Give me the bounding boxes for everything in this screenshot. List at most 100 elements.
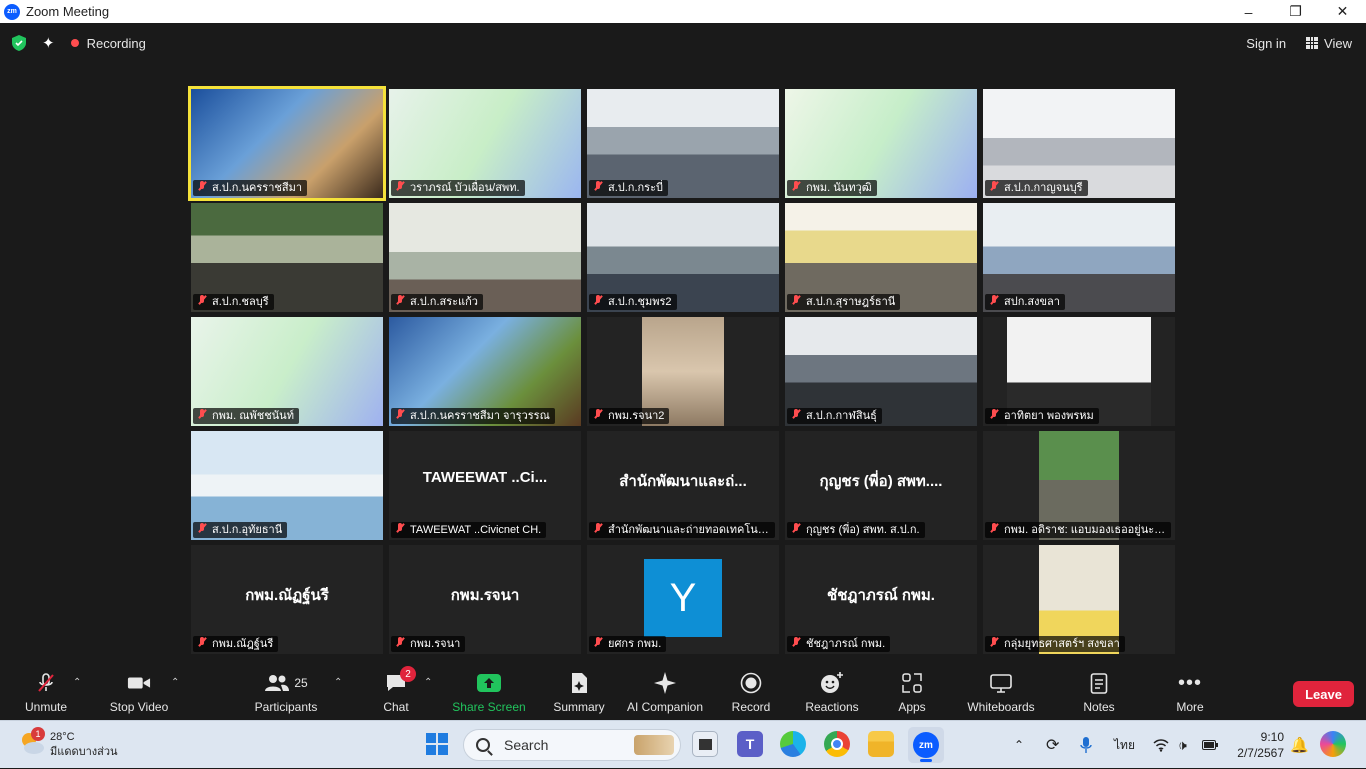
edge-browser-icon[interactable] (780, 731, 806, 757)
system-clock[interactable]: 9:10 2/7/2567 (1232, 729, 1284, 761)
minimize-button[interactable]: – (1225, 0, 1272, 23)
video-tile[interactable]: ส.ป.ก.ชลบุรี (191, 203, 383, 312)
video-tile[interactable]: อาทิตยา พองพรหม (983, 317, 1175, 426)
video-tile[interactable]: สำนักพัฒนาและถ่... สำนักพัฒนาและถ่ายทอดเท… (587, 431, 779, 540)
close-button[interactable]: ✕ (1319, 0, 1366, 23)
muted-mic-icon (196, 637, 209, 648)
chat-caret-icon[interactable]: ⌃ (424, 677, 432, 688)
wifi-icon[interactable] (1153, 721, 1169, 769)
participant-name-label: ส.ป.ก.นครราชสีมา (193, 180, 308, 196)
video-tile[interactable]: สปก.สงขลา (983, 203, 1175, 312)
video-tile[interactable]: วราภรณ์ บัวเผื่อน/สพท. (389, 89, 581, 198)
muted-mic-icon (394, 295, 407, 306)
summary-button[interactable]: Summary (550, 663, 608, 720)
reactions-button[interactable]: Reactions (802, 663, 862, 720)
file-explorer-icon[interactable] (868, 731, 894, 757)
notes-button[interactable]: Notes (1078, 663, 1120, 720)
apps-button[interactable]: Apps (892, 663, 932, 720)
audio-options-caret-icon[interactable]: ⌃ (73, 677, 81, 688)
microphone-tray-icon[interactable] (1080, 721, 1092, 769)
meeting-top-bar: ✦ Recording Sign in View (0, 23, 1366, 63)
participants-caret-icon[interactable]: ⌃ (334, 677, 342, 688)
video-tile[interactable]: ส.ป.ก.สุราษฎร์ธานี (785, 203, 977, 312)
share-screen-label: Share Screen (452, 700, 526, 714)
participant-name-label: สปก.สงขลา (985, 294, 1065, 310)
participants-button[interactable]: 25 Participants (252, 663, 320, 720)
more-button[interactable]: ••• More (1168, 663, 1212, 720)
stop-video-button[interactable]: Stop Video (106, 663, 172, 720)
summary-label: Summary (553, 700, 605, 714)
chrome-browser-icon[interactable] (824, 731, 850, 757)
view-button[interactable]: View (1306, 36, 1352, 51)
muted-mic-icon (592, 181, 605, 192)
muted-mic-icon (196, 409, 209, 420)
share-screen-button[interactable]: Share Screen (452, 663, 526, 720)
muted-mic-icon (394, 409, 407, 420)
video-tile[interactable]: กลุ่มยุทธศาสตร์ฯ สงขลา (983, 545, 1175, 654)
participant-name-label: TAWEEWAT ..Civicnet CH. (391, 522, 547, 538)
recording-label: Recording (86, 35, 146, 51)
security-shield-icon[interactable] (12, 35, 26, 51)
title-bar: zm Zoom Meeting – ❐ ✕ (0, 0, 1366, 23)
notification-bell-icon[interactable]: 🔔 (1290, 721, 1309, 769)
search-icon (476, 738, 490, 752)
participant-name-label: ส.ป.ก.กาญจนบุรี (985, 180, 1088, 196)
ai-companion-icon (653, 672, 677, 694)
unmute-button[interactable]: Unmute (20, 663, 72, 720)
muted-mic-icon (196, 181, 209, 192)
taskbar-search[interactable]: Search (463, 729, 681, 761)
video-tile[interactable]: ส.ป.ก.ชุมพร2 (587, 203, 779, 312)
weather-badge: 1 (31, 727, 45, 741)
video-tile[interactable]: ส.ป.ก.อุทัยธานี (191, 431, 383, 540)
muted-mic-icon (988, 181, 1001, 192)
sync-icon[interactable]: ⟳ (1046, 721, 1059, 769)
task-view-icon[interactable] (692, 731, 718, 757)
show-hidden-icons-chevron[interactable]: ⌃ (1014, 721, 1024, 769)
participant-name-label: สำนักพัฒนาและถ่ายทอดเทคโนโ... (589, 522, 775, 538)
video-tile[interactable]: กพม.รจนา2 (587, 317, 779, 426)
video-options-caret-icon[interactable]: ⌃ (171, 677, 179, 688)
zoom-taskbar-button[interactable]: zm (908, 727, 944, 763)
video-tile[interactable]: กุญชร (พี่อ) สพท.... กุญชร (พี่อ) สพท. ส.… (785, 431, 977, 540)
ai-sparkle-icon[interactable]: ✦ (42, 34, 55, 52)
weather-widget[interactable]: 28°C มีแดดบางส่วน (50, 730, 118, 760)
video-camera-icon (127, 672, 151, 694)
sign-in-button[interactable]: Sign in (1246, 36, 1286, 51)
battery-icon[interactable] (1202, 721, 1218, 769)
video-tile[interactable]: ส.ป.ก.นครราชสีมา จารุวรรณ (389, 317, 581, 426)
video-tile[interactable]: กพม.รจนา กพม.รจนา (389, 545, 581, 654)
video-tile[interactable]: กพม. นันทวุฒิ (785, 89, 977, 198)
video-tile[interactable]: ส.ป.ก.นครราชสีมา (191, 89, 383, 198)
ai-companion-button[interactable]: AI Companion (624, 663, 706, 720)
participant-name-label: กลุ่มยุทธศาสตร์ฯ สงขลา (985, 636, 1125, 652)
muted-mic-icon (394, 181, 407, 192)
participant-name-label: กพม.ณัฎฐ์นรี (193, 636, 279, 652)
muted-mic-icon (196, 295, 209, 306)
video-tile[interactable]: Y ยศกร กพม. (587, 545, 779, 654)
input-language[interactable]: ไทย (1114, 721, 1135, 769)
video-tile[interactable]: TAWEEWAT ..Ci... TAWEEWAT ..Civicnet CH. (389, 431, 581, 540)
windows-start-icon[interactable] (426, 733, 448, 755)
leave-button[interactable]: Leave (1293, 681, 1354, 707)
video-tile[interactable]: กพม. อดิราช: แอบมองเธออยู่นะจ๊ะ (983, 431, 1175, 540)
video-tile[interactable]: กพม. ณพัชชนันท์ (191, 317, 383, 426)
volume-icon[interactable]: 🕩 (1178, 721, 1187, 769)
teams-icon[interactable]: T (737, 731, 763, 757)
video-tile[interactable]: ส.ป.ก.สระแก้ว (389, 203, 581, 312)
muted-mic-icon (988, 295, 1001, 306)
participant-name-label: ส.ป.ก.ชุมพร2 (589, 294, 677, 310)
participant-name: กพม. นันทวุฒิ (806, 182, 872, 194)
restore-button[interactable]: ❐ (1272, 0, 1319, 23)
video-tile[interactable]: ส.ป.ก.กาฬสินธุ์ (785, 317, 977, 426)
video-tile[interactable]: กพม.ณัฏฐ์นรี กพม.ณัฎฐ์นรี (191, 545, 383, 654)
participant-name: ส.ป.ก.ชลบุรี (212, 296, 269, 308)
video-tile[interactable]: ส.ป.ก.กาญจนบุรี (983, 89, 1175, 198)
participant-name: ส.ป.ก.สระแก้ว (410, 296, 478, 308)
whiteboards-button[interactable]: Whiteboards (964, 663, 1038, 720)
video-tile[interactable]: ส.ป.ก.กระบี่ (587, 89, 779, 198)
record-button[interactable]: Record (728, 663, 774, 720)
video-tile[interactable]: ชัชฎาภรณ์ กพม. ชัชฎาภรณ์ กพม. (785, 545, 977, 654)
copilot-icon[interactable] (1320, 731, 1346, 757)
chat-button[interactable]: 2 Chat (376, 663, 416, 720)
muted-mic-icon (988, 409, 1001, 420)
